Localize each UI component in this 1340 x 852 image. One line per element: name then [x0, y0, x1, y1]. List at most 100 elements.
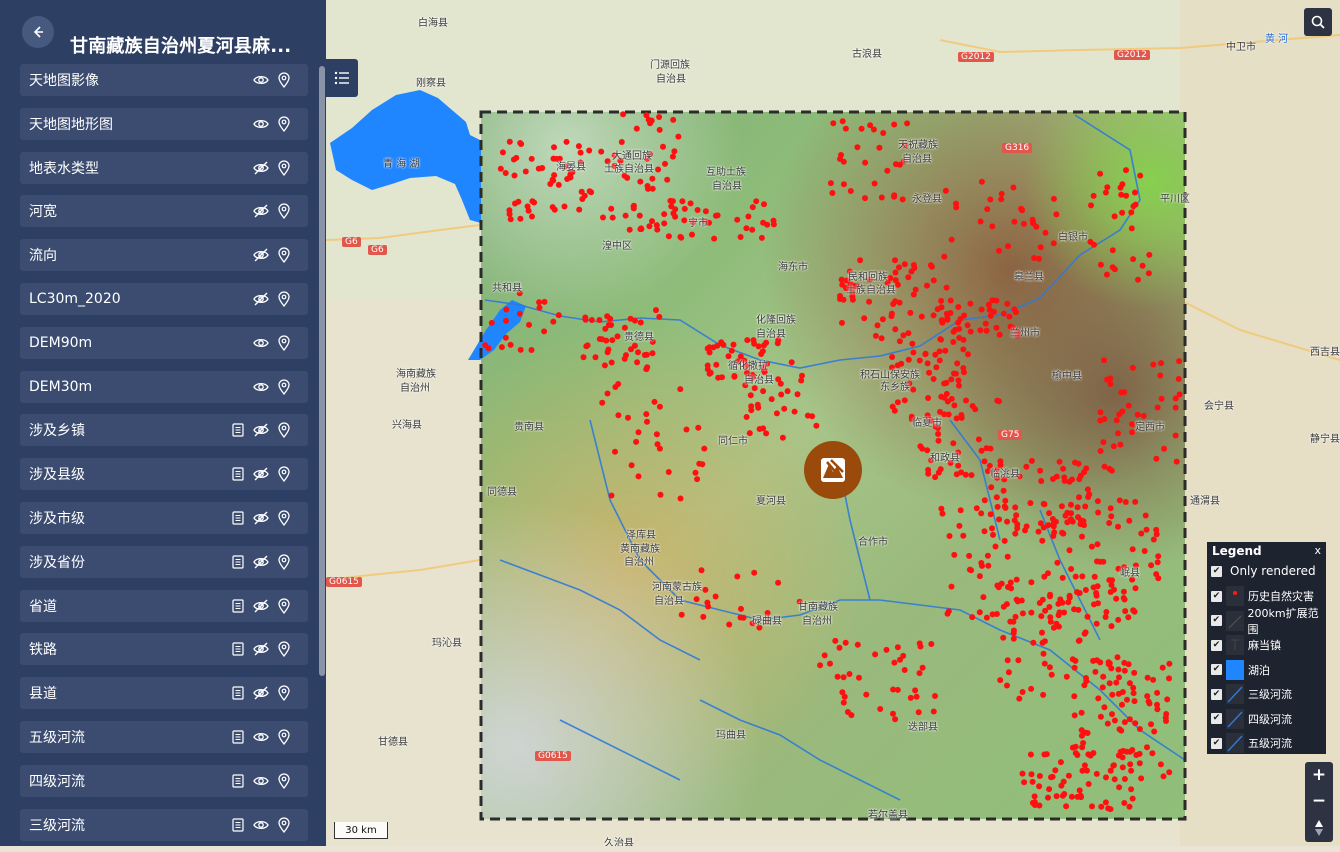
disaster-point[interactable] — [1153, 526, 1160, 533]
disaster-point[interactable] — [710, 344, 717, 351]
disaster-point[interactable] — [1105, 659, 1112, 666]
disaster-point[interactable] — [1100, 439, 1107, 446]
attribute-table-icon[interactable] — [230, 510, 246, 526]
disaster-point[interactable] — [996, 516, 1003, 523]
disaster-point[interactable] — [1061, 474, 1068, 481]
layer-list-toggle[interactable] — [326, 59, 358, 97]
disaster-point[interactable] — [862, 159, 869, 166]
disaster-point[interactable] — [502, 334, 509, 341]
disaster-point[interactable] — [689, 231, 695, 238]
disaster-point[interactable] — [1115, 430, 1121, 437]
disaster-point[interactable] — [1050, 533, 1057, 539]
eye-icon[interactable] — [253, 379, 269, 395]
disaster-point[interactable] — [1029, 778, 1036, 785]
disaster-point[interactable] — [1094, 541, 1101, 548]
disaster-point[interactable] — [695, 424, 702, 431]
disaster-point[interactable] — [628, 346, 634, 353]
disaster-point[interactable] — [634, 359, 641, 366]
disaster-point[interactable] — [1027, 500, 1034, 506]
disaster-point[interactable] — [989, 525, 995, 532]
disaster-point[interactable] — [656, 313, 663, 320]
disaster-point[interactable] — [1011, 218, 1018, 225]
disaster-point[interactable] — [775, 579, 782, 586]
disaster-point[interactable] — [1083, 678, 1090, 685]
disaster-point[interactable] — [978, 510, 985, 517]
disaster-point[interactable] — [1100, 673, 1107, 680]
disaster-point[interactable] — [1038, 478, 1045, 484]
legend-item[interactable]: ✔ 湖泊 — [1211, 659, 1326, 681]
disaster-point[interactable] — [905, 274, 912, 281]
disaster-point[interactable] — [1141, 548, 1148, 554]
disaster-point[interactable] — [1131, 669, 1138, 676]
disaster-point[interactable] — [916, 357, 923, 364]
disaster-point[interactable] — [838, 152, 844, 158]
disaster-point[interactable] — [1155, 575, 1162, 582]
disaster-point[interactable] — [512, 200, 518, 207]
eye-icon[interactable] — [253, 116, 269, 132]
disaster-point[interactable] — [773, 410, 780, 417]
disaster-point[interactable] — [907, 694, 914, 701]
location-pin-icon[interactable] — [276, 379, 292, 395]
disaster-point[interactable] — [1060, 778, 1067, 785]
disaster-point[interactable] — [1057, 759, 1064, 766]
disaster-point[interactable] — [956, 382, 962, 389]
disaster-point[interactable] — [899, 196, 906, 203]
disaster-point[interactable] — [930, 277, 937, 284]
disaster-point[interactable] — [1064, 519, 1071, 526]
attribute-table-icon[interactable] — [230, 817, 246, 833]
disaster-point[interactable] — [758, 234, 765, 241]
attribute-table-icon[interactable] — [230, 685, 246, 701]
disaster-point[interactable] — [1014, 525, 1021, 532]
disaster-point[interactable] — [948, 236, 955, 243]
disaster-point[interactable] — [1111, 213, 1118, 220]
disaster-point[interactable] — [937, 336, 944, 343]
disaster-point[interactable] — [529, 213, 535, 220]
disaster-point[interactable] — [943, 284, 950, 291]
disaster-point[interactable] — [1161, 445, 1168, 452]
disaster-point[interactable] — [1109, 264, 1116, 271]
disaster-point[interactable] — [1158, 360, 1165, 367]
disaster-point[interactable] — [1173, 458, 1180, 465]
disaster-point[interactable] — [979, 562, 985, 569]
disaster-point[interactable] — [1023, 523, 1030, 530]
disaster-point[interactable] — [738, 605, 744, 612]
disaster-point[interactable] — [1075, 514, 1081, 521]
disaster-point[interactable] — [699, 461, 706, 468]
disaster-point[interactable] — [737, 234, 744, 240]
disaster-point[interactable] — [743, 414, 750, 420]
disaster-point[interactable] — [1004, 300, 1011, 307]
disaster-point[interactable] — [1050, 476, 1056, 482]
disaster-point[interactable] — [904, 120, 911, 127]
disaster-point[interactable] — [1088, 202, 1094, 209]
disaster-point[interactable] — [905, 356, 912, 363]
disaster-point[interactable] — [996, 398, 1002, 405]
disaster-point[interactable] — [1050, 240, 1057, 247]
disaster-point[interactable] — [1012, 309, 1019, 316]
disaster-point[interactable] — [1097, 448, 1104, 454]
attribute-table-icon[interactable] — [230, 729, 246, 745]
disaster-point[interactable] — [577, 149, 584, 156]
disaster-point[interactable] — [989, 223, 996, 230]
checkbox-checked-icon[interactable]: ✔ — [1211, 639, 1222, 651]
disaster-point[interactable] — [1023, 463, 1030, 470]
eye-icon[interactable] — [253, 817, 269, 833]
disaster-point[interactable] — [1121, 667, 1128, 674]
disaster-point[interactable] — [755, 343, 762, 350]
disaster-point[interactable] — [1121, 800, 1128, 806]
disaster-point[interactable] — [670, 210, 677, 217]
disaster-point[interactable] — [907, 309, 914, 316]
disaster-point[interactable] — [1115, 523, 1121, 530]
disaster-point[interactable] — [635, 473, 642, 480]
disaster-point[interactable] — [1004, 657, 1011, 664]
disaster-point[interactable] — [1087, 752, 1094, 759]
disaster-point[interactable] — [791, 408, 798, 415]
disaster-point[interactable] — [1042, 607, 1049, 614]
disaster-point[interactable] — [985, 562, 992, 569]
disaster-point[interactable] — [988, 484, 995, 491]
disaster-point[interactable] — [779, 434, 786, 441]
disaster-point[interactable] — [1172, 395, 1179, 402]
disaster-point[interactable] — [604, 390, 611, 397]
disaster-point[interactable] — [953, 204, 960, 211]
disaster-point[interactable] — [668, 203, 675, 210]
disaster-point[interactable] — [1036, 600, 1043, 606]
